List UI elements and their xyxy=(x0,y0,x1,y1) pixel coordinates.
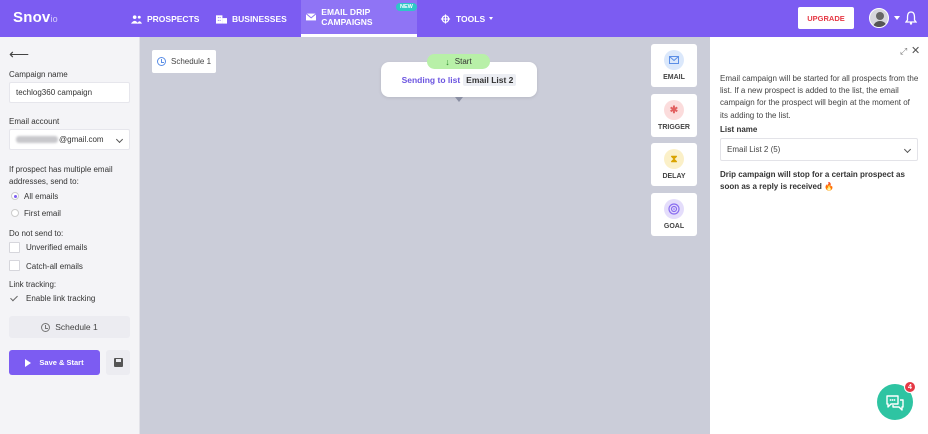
schedule-chip-label: Schedule 1 xyxy=(170,57,212,66)
clock-icon xyxy=(156,57,166,66)
nav-businesses[interactable]: BUSINESSES xyxy=(216,0,287,37)
chat-unread-badge: 4 xyxy=(904,381,916,393)
email-account-select[interactable]: @gmail.com xyxy=(9,129,130,150)
play-icon xyxy=(25,358,32,367)
stop-note: Drip campaign will stop for a certain pr… xyxy=(720,169,920,193)
start-pill: ↓ Start xyxy=(427,54,490,69)
list-select[interactable]: Email List 2 (5) xyxy=(720,138,918,161)
hourglass-icon: ⧗ xyxy=(664,149,684,169)
list-name-tag: Email List 2 xyxy=(463,74,517,86)
tool-goal-label: GOAL xyxy=(663,223,685,230)
envelope-icon xyxy=(306,13,317,21)
chevron-down-icon xyxy=(115,135,124,144)
nav-prospects[interactable]: PROSPECTS xyxy=(131,0,199,37)
list-select-value: Email List 2 (5) xyxy=(727,145,781,154)
fire-icon: 🔥 xyxy=(824,182,835,191)
chevron-down-icon xyxy=(903,145,912,154)
link-tracking-label: Link tracking: xyxy=(9,280,57,289)
schedule-chip[interactable]: Schedule 1 xyxy=(152,50,216,73)
tool-email-label: EMAIL xyxy=(663,74,685,81)
bell-icon[interactable] xyxy=(905,11,917,25)
start-label: Start xyxy=(454,57,472,66)
save-and-start-button[interactable]: Save & Start xyxy=(9,350,100,375)
radio-first-email-label: First email xyxy=(24,209,61,218)
checkbox-catch-all[interactable] xyxy=(9,260,20,271)
trigger-icon: ✱ xyxy=(664,100,684,120)
nav-prospects-label: PROSPECTS xyxy=(147,13,200,24)
do-not-send-label: Do not send to: xyxy=(9,229,64,238)
expand-icon[interactable]: ⤢ xyxy=(900,46,907,57)
tool-goal[interactable]: GOAL xyxy=(651,193,697,236)
list-name-label: List name xyxy=(720,125,758,134)
campaign-name-input[interactable]: techlog360 campaign xyxy=(9,82,130,103)
clock-icon xyxy=(41,322,51,332)
checkbox-unverified-label: Unverified emails xyxy=(26,243,88,252)
campaign-name-label: Campaign name xyxy=(9,70,68,79)
radio-all-emails[interactable] xyxy=(11,192,19,200)
save-draft-button[interactable] xyxy=(106,350,130,375)
schedule-button-label: Schedule 1 xyxy=(55,322,98,332)
sending-label: Sending to list xyxy=(401,75,461,85)
tool-trigger[interactable]: ✱ TRIGGER xyxy=(651,94,697,137)
schedule-button[interactable]: Schedule 1 xyxy=(9,316,130,338)
target-icon xyxy=(664,199,684,219)
close-icon[interactable]: ✕ xyxy=(911,44,920,57)
floppy-disk-icon xyxy=(113,358,123,367)
top-nav: Snovio PROSPECTS BUSINESSES EMAIL DRIP C… xyxy=(0,0,928,37)
tool-email[interactable]: EMAIL xyxy=(651,44,697,87)
start-description: Email campaign will be started for all p… xyxy=(720,74,919,120)
start-node[interactable]: ↓ Start Sending to list Email List 2 xyxy=(381,54,537,102)
envelope-icon xyxy=(664,50,684,70)
sending-to-list: Sending to list Email List 2 xyxy=(381,74,537,86)
upgrade-button[interactable]: UPGRADE xyxy=(798,7,854,29)
checkbox-link-tracking-label: Enable link tracking xyxy=(26,294,96,303)
chat-bubbles-icon xyxy=(886,394,904,411)
email-account-label: Email account xyxy=(9,117,60,126)
radio-all-emails-label: All emails xyxy=(24,192,59,201)
nav-tools[interactable]: TOOLS xyxy=(440,0,494,37)
crosshair-icon xyxy=(440,13,451,24)
arrow-down-icon: ↓ xyxy=(445,56,450,67)
stop-note-text: Drip campaign will stop for a certain pr… xyxy=(720,170,905,191)
checkbox-catch-all-label: Catch-all emails xyxy=(26,262,83,271)
email-account-value: @gmail.com xyxy=(59,135,104,144)
checkbox-link-tracking[interactable] xyxy=(9,293,20,304)
campaign-settings-panel: ⟵ Campaign name techlog360 campaign Emai… xyxy=(0,37,140,434)
tool-trigger-label: TRIGGER xyxy=(658,124,690,131)
redacted-email xyxy=(16,136,58,143)
campaign-canvas[interactable]: Schedule 1 ↓ Start Sending to list Email … xyxy=(140,37,710,434)
back-arrow-icon[interactable]: ⟵ xyxy=(9,46,29,63)
people-icon xyxy=(131,14,142,24)
checkbox-unverified[interactable] xyxy=(9,242,20,253)
start-details-panel: ⤢ ✕ Email campaign will be started for a… xyxy=(710,37,928,434)
radio-first-email[interactable] xyxy=(11,209,19,217)
multiple-addresses-label-1: If prospect has multiple email xyxy=(9,165,113,174)
save-and-start-label: Save & Start xyxy=(39,358,84,367)
tool-delay[interactable]: ⧗ DELAY xyxy=(651,143,697,186)
nav-tools-label: TOOLS xyxy=(456,13,486,24)
building-icon xyxy=(216,14,227,24)
chevron-down-icon[interactable] xyxy=(894,16,900,20)
nav-businesses-label: BUSINESSES xyxy=(232,13,287,24)
tool-delay-label: DELAY xyxy=(662,173,686,180)
new-badge: NEW xyxy=(396,3,417,11)
logo[interactable]: Snovio xyxy=(13,9,58,26)
avatar[interactable] xyxy=(869,8,889,28)
multiple-addresses-label-2: addresses, send to: xyxy=(9,177,79,186)
chevron-down-icon xyxy=(489,17,494,20)
